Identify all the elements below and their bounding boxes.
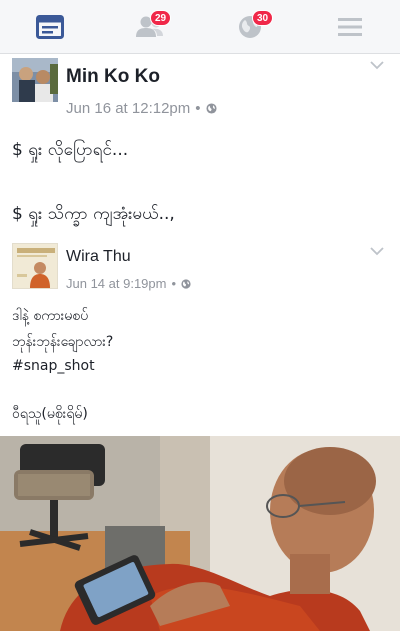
shared-options-chevron-icon[interactable]: [370, 246, 384, 256]
shared-author-avatar[interactable]: [12, 243, 58, 289]
shared-text-line-1: ဒါနဲ့ စကားမစပ်: [12, 308, 89, 324]
shared-photo[interactable]: [0, 436, 400, 631]
nav-friend-requests[interactable]: 29: [100, 0, 200, 54]
post-text-line-1: $ ရှုး လိုပြောရင်...: [12, 140, 129, 160]
top-nav-bar: 29 30: [0, 0, 400, 54]
meta-separator: •: [171, 276, 177, 291]
news-feed-icon: [36, 15, 64, 39]
friend-requests-badge: 29: [150, 10, 172, 26]
post-text-line-2: $ ရှုး သိက္ခာ ကျအုံးမယ်..,: [12, 204, 175, 224]
globe-icon: [181, 278, 191, 289]
shared-text-line-2: ဘုန်းဘုန်းချောလား?: [12, 334, 114, 350]
post-timestamp[interactable]: Jun 16 at 12:12pm: [66, 100, 190, 117]
post-author-name[interactable]: Min Ko Ko: [66, 66, 160, 88]
post-meta: Jun 16 at 12:12pm •: [66, 100, 217, 117]
notifications-badge: 30: [252, 10, 274, 26]
post-options-chevron-icon[interactable]: [370, 60, 384, 70]
nav-news-feed[interactable]: [0, 0, 100, 54]
globe-icon: [205, 103, 217, 114]
shared-author-name[interactable]: Wira Thu: [66, 248, 131, 266]
author-avatar[interactable]: [12, 58, 58, 102]
shared-timestamp[interactable]: Jun 14 at 9:19pm: [66, 276, 166, 291]
shared-text-line-4: ဝီရသူ(မစိုးရိမ်): [12, 406, 88, 422]
nav-menu[interactable]: [300, 0, 400, 54]
menu-icon: [338, 18, 362, 36]
nav-notifications[interactable]: 30: [200, 0, 300, 54]
shared-meta: Jun 14 at 9:19pm •: [66, 276, 191, 291]
meta-separator: •: [195, 100, 201, 117]
shared-hashtag-link[interactable]: #snap_shot: [12, 358, 95, 374]
